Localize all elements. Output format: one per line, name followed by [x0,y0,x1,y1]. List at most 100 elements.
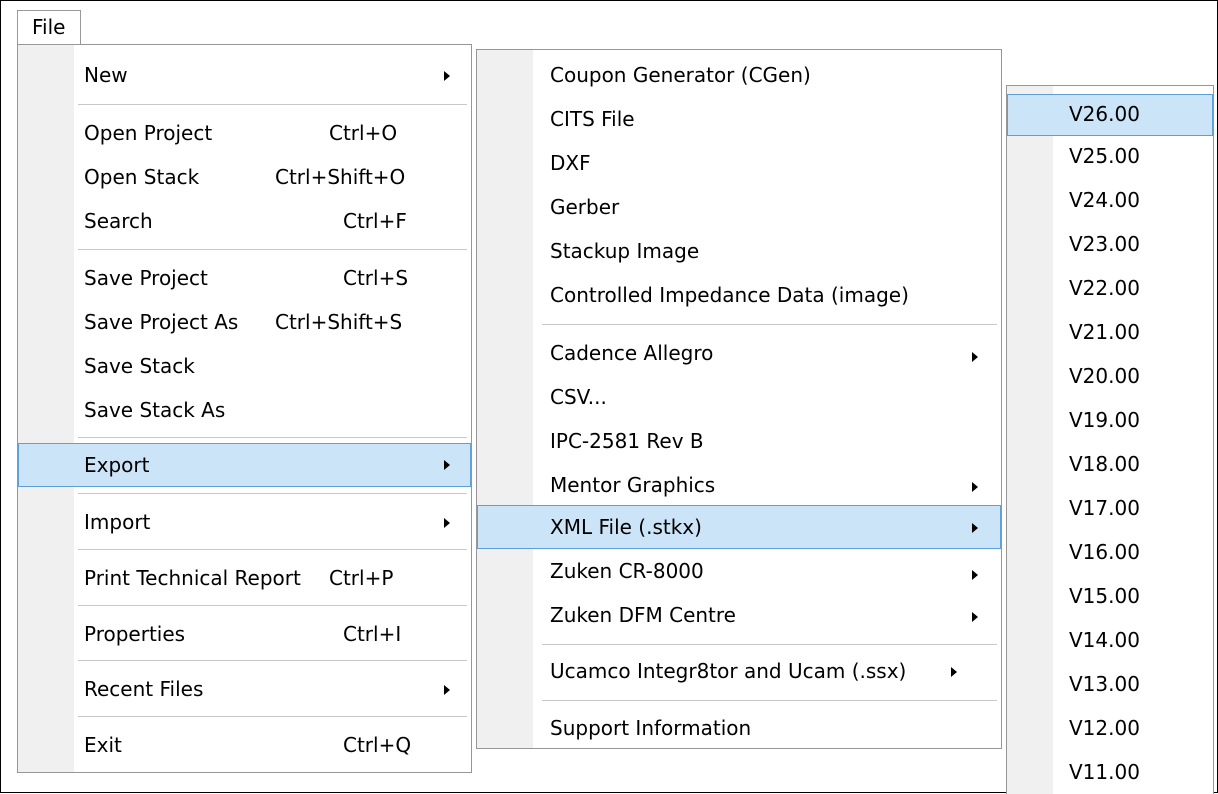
menu-separator [78,660,467,661]
menu-item-import[interactable]: Import [18,504,471,540]
export-item-ipc-2581[interactable]: IPC-2581 Rev B [477,423,1001,459]
export-item-mentor-graphics[interactable]: Mentor Graphics [477,467,1001,503]
file-menu: New Open Project Ctrl+O Open Stack Ctrl+… [17,44,472,773]
submenu-arrow-icon [444,460,450,470]
version-item-v17[interactable]: V17.00 [1007,490,1213,530]
menu-item-exit-shortcut: Ctrl+Q [343,733,412,757]
menu-item-import-label: Import [84,510,151,534]
submenu-arrow-icon [444,518,450,528]
menu-separator [78,249,467,250]
version-item-v16[interactable]: V16.00 [1007,534,1213,574]
version-item-v18[interactable]: V18.00 [1007,446,1213,486]
menu-item-recent-files-label: Recent Files [84,677,204,701]
export-item-coupon-generator-label: Coupon Generator (CGen) [550,63,811,87]
version-item-v25[interactable]: V25.00 [1007,138,1213,178]
export-item-ucamco[interactable]: Ucamco Integr8tor and Ucam (.ssx) [477,653,1001,689]
version-item-label: V21.00 [1069,320,1140,344]
export-item-csv-label: CSV... [550,385,607,409]
menu-item-exit-label: Exit [84,733,122,757]
menu-item-print-report[interactable]: Print Technical Report Ctrl+P [18,560,471,596]
app-window: File New Open Project Ctrl+O Open Stack … [0,0,1218,794]
version-item-label: V18.00 [1069,452,1140,476]
export-item-zuken-cr8000[interactable]: Zuken CR-8000 [477,553,1001,589]
export-item-zuken-dfm-label: Zuken DFM Centre [550,603,736,627]
version-item-v15[interactable]: V15.00 [1007,578,1213,618]
menu-item-exit[interactable]: Exit Ctrl+Q [18,727,471,763]
menu-separator [78,605,467,606]
export-item-dxf-label: DXF [550,151,591,175]
version-item-v14[interactable]: V14.00 [1007,622,1213,662]
submenu-arrow-icon [972,570,978,580]
version-item-label: V22.00 [1069,276,1140,300]
xml-version-submenu: V26.00 V25.00 V24.00 V23.00 V22.00 V21.0… [1006,85,1214,794]
export-item-zuken-dfm[interactable]: Zuken DFM Centre [477,597,1001,633]
version-item-v22[interactable]: V22.00 [1007,270,1213,310]
menu-item-open-stack[interactable]: Open Stack Ctrl+Shift+O [18,159,471,195]
version-item-v13[interactable]: V13.00 [1007,666,1213,706]
export-item-stackup-image-label: Stackup Image [550,239,700,263]
export-item-stackup-image[interactable]: Stackup Image [477,233,1001,269]
version-item-label: V11.00 [1069,760,1140,784]
export-item-coupon-generator[interactable]: Coupon Generator (CGen) [477,57,1001,93]
version-item-v20[interactable]: V20.00 [1007,358,1213,398]
menu-item-recent-files[interactable]: Recent Files [18,671,471,707]
menu-separator [78,104,467,105]
menu-item-properties[interactable]: Properties Ctrl+I [18,616,471,652]
menu-item-new[interactable]: New [18,57,471,93]
menu-item-export[interactable]: Export [18,443,471,487]
export-item-gerber[interactable]: Gerber [477,189,1001,225]
menu-item-save-project-as[interactable]: Save Project As Ctrl+Shift+S [18,304,471,340]
menu-item-save-project-label: Save Project [84,266,208,290]
version-item-v21[interactable]: V21.00 [1007,314,1213,354]
file-menu-tab-label: File [32,15,66,39]
menu-separator [78,716,467,717]
menu-item-search[interactable]: Search Ctrl+F [18,203,471,239]
version-item-label: V20.00 [1069,364,1140,388]
version-item-label: V24.00 [1069,188,1140,212]
export-item-support-info[interactable]: Support Information [477,710,1001,746]
version-item-label: V15.00 [1069,584,1140,608]
version-item-label: V19.00 [1069,408,1140,432]
export-item-cadence-allegro[interactable]: Cadence Allegro [477,335,1001,371]
version-item-v19[interactable]: V19.00 [1007,402,1213,442]
submenu-arrow-icon [444,685,450,695]
version-item-v11[interactable]: V11.00 [1007,754,1213,794]
version-item-label: V17.00 [1069,496,1140,520]
version-item-label: V16.00 [1069,540,1140,564]
export-item-cits-file[interactable]: CITS File [477,101,1001,137]
version-item-v12[interactable]: V12.00 [1007,710,1213,750]
menu-item-save-stack-as[interactable]: Save Stack As [18,392,471,428]
export-item-controlled-impedance[interactable]: Controlled Impedance Data (image) [477,277,1001,313]
file-menu-tab[interactable]: File [17,10,81,45]
menu-item-open-stack-label: Open Stack [84,165,200,189]
version-item-v26[interactable]: V26.00 [1007,94,1213,136]
export-submenu: Coupon Generator (CGen) CITS File DXF Ge… [476,49,1002,749]
export-item-cits-file-label: CITS File [550,107,635,131]
menu-item-save-project-shortcut: Ctrl+S [343,266,409,290]
menu-item-search-shortcut: Ctrl+F [343,209,407,233]
menu-item-open-project[interactable]: Open Project Ctrl+O [18,115,471,151]
menu-item-print-report-label: Print Technical Report [84,566,301,590]
menu-separator [78,493,467,494]
menu-item-save-project-as-shortcut: Ctrl+Shift+S [275,310,403,334]
menu-item-save-stack-as-label: Save Stack As [84,398,226,422]
menu-separator [78,437,467,438]
menu-item-properties-label: Properties [84,622,186,646]
export-item-controlled-impedance-label: Controlled Impedance Data (image) [550,283,909,307]
menu-separator [542,700,997,701]
export-item-csv[interactable]: CSV... [477,379,1001,415]
submenu-arrow-icon [972,482,978,492]
version-item-v24[interactable]: V24.00 [1007,182,1213,222]
menu-item-save-project[interactable]: Save Project Ctrl+S [18,260,471,296]
menu-item-save-stack[interactable]: Save Stack [18,348,471,384]
version-item-v23[interactable]: V23.00 [1007,226,1213,266]
menu-separator [542,324,997,325]
menu-item-search-label: Search [84,209,153,233]
menu-item-open-project-shortcut: Ctrl+O [329,121,398,145]
version-item-label: V14.00 [1069,628,1140,652]
export-item-dxf[interactable]: DXF [477,145,1001,181]
version-item-label: V13.00 [1069,672,1140,696]
menu-separator [542,644,997,645]
export-item-xml-file[interactable]: XML File (.stkx) [477,505,1001,549]
export-item-support-info-label: Support Information [550,716,752,740]
